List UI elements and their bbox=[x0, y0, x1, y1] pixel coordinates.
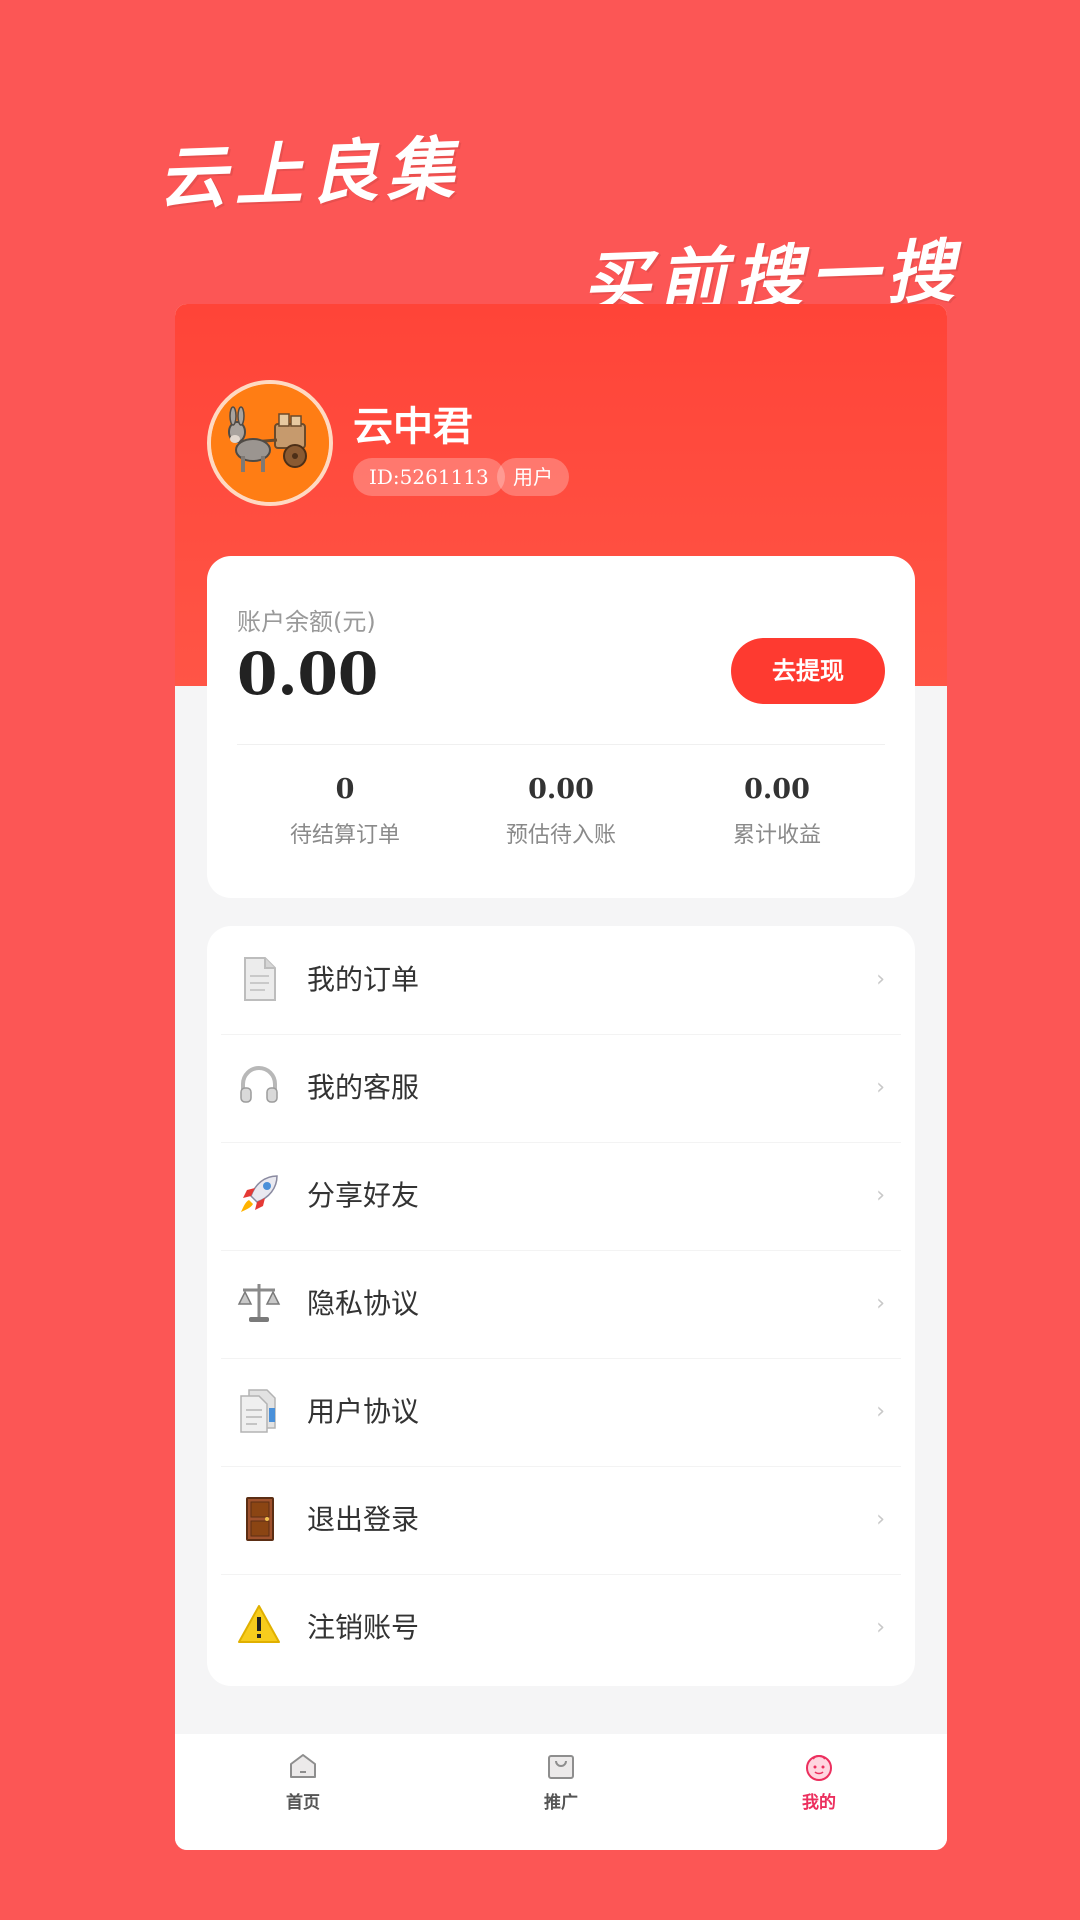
rocket-icon bbox=[235, 1172, 283, 1220]
stat-value: 0.00 bbox=[528, 774, 594, 805]
door-icon bbox=[235, 1496, 283, 1544]
username: 云中君 bbox=[353, 404, 473, 450]
tab-label: 推广 bbox=[544, 1793, 578, 1813]
stat-label: 待结算订单 bbox=[289, 823, 400, 848]
phone-screen: 云中君 ID:5261113 用户 账户余额(元) 0.00 去提现 0 待结算… bbox=[175, 304, 947, 1850]
menu-item-delete-account[interactable]: 注销账号 › bbox=[207, 1574, 915, 1682]
face-icon bbox=[804, 1752, 834, 1781]
withdraw-button[interactable]: 去提现 bbox=[731, 638, 885, 704]
balance-card: 账户余额(元) 0.00 去提现 0 待结算订单 0.00 预估待入账 0.00… bbox=[207, 556, 915, 898]
avatar[interactable] bbox=[207, 380, 333, 506]
chevron-right-icon: › bbox=[876, 1399, 885, 1424]
stat-estimated-income[interactable]: 0.00 预估待入账 bbox=[453, 774, 669, 849]
tab-promote[interactable]: 推广 bbox=[491, 1752, 631, 1813]
stat-value: 0.00 bbox=[744, 774, 810, 805]
stat-value: 0 bbox=[335, 774, 355, 805]
menu-item-my-orders[interactable]: 我的订单 › bbox=[207, 926, 915, 1034]
stat-pending-orders[interactable]: 0 待结算订单 bbox=[237, 774, 453, 849]
balance-label: 账户余额(元) bbox=[237, 608, 376, 636]
menu-label: 隐私协议 bbox=[307, 1287, 420, 1320]
chevron-right-icon: › bbox=[876, 1507, 885, 1532]
slogan-line-1: 云上良集 bbox=[156, 128, 464, 220]
bottom-tab-bar: 首页 推广 我的 bbox=[175, 1734, 947, 1850]
menu-item-logout[interactable]: 退出登录 › bbox=[207, 1466, 915, 1574]
stat-label: 累计收益 bbox=[732, 823, 821, 848]
user-role-badge: 用户 bbox=[497, 458, 569, 496]
headphones-icon bbox=[235, 1064, 283, 1112]
chevron-right-icon: › bbox=[876, 1615, 885, 1640]
home-icon bbox=[288, 1752, 318, 1780]
warning-icon bbox=[235, 1604, 283, 1652]
stat-total-earnings[interactable]: 0.00 累计收益 bbox=[669, 774, 885, 849]
menu-label: 退出登录 bbox=[307, 1503, 420, 1536]
menu-item-user-agreement[interactable]: 用户协议 › bbox=[207, 1358, 915, 1466]
tab-home[interactable]: 首页 bbox=[233, 1752, 373, 1813]
menu-item-privacy-policy[interactable]: 隐私协议 › bbox=[207, 1250, 915, 1358]
stat-label: 预估待入账 bbox=[505, 823, 616, 848]
menu-item-share-friends[interactable]: 分享好友 › bbox=[207, 1142, 915, 1250]
menu-label: 我的客服 bbox=[307, 1071, 420, 1104]
tab-mine[interactable]: 我的 bbox=[749, 1752, 889, 1813]
user-id-badge: ID:5261113 bbox=[353, 458, 505, 496]
shopping-bag-icon bbox=[546, 1752, 576, 1780]
menu-label: 用户协议 bbox=[307, 1395, 420, 1428]
document-icon bbox=[235, 956, 283, 1004]
divider bbox=[237, 744, 885, 745]
scales-icon bbox=[235, 1280, 283, 1328]
menu-label: 分享好友 bbox=[307, 1179, 420, 1212]
chevron-right-icon: › bbox=[876, 967, 885, 992]
menu-list: 我的订单 › 我的客服 › 分享好友 › 隐私协议 › 用户协议 › 退出登录 … bbox=[207, 926, 915, 1686]
menu-label: 我的订单 bbox=[307, 963, 420, 996]
documents-icon bbox=[235, 1388, 283, 1436]
menu-label: 注销账号 bbox=[307, 1611, 420, 1644]
chevron-right-icon: › bbox=[876, 1183, 885, 1208]
chevron-right-icon: › bbox=[876, 1075, 885, 1100]
menu-item-customer-service[interactable]: 我的客服 › bbox=[207, 1034, 915, 1142]
tab-label: 我的 bbox=[802, 1793, 836, 1813]
chevron-right-icon: › bbox=[876, 1291, 885, 1316]
donkey-cart-icon bbox=[211, 384, 329, 502]
tab-label: 首页 bbox=[286, 1793, 320, 1813]
balance-amount: 0.00 bbox=[237, 640, 379, 708]
